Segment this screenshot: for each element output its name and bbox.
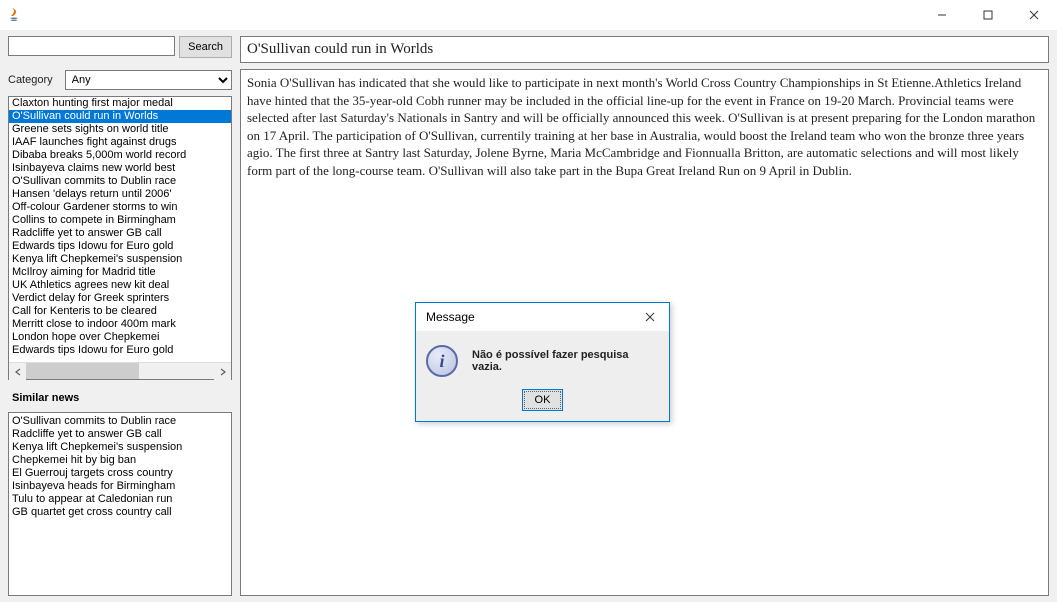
list-item[interactable]: Isinbayeva claims new world best — [9, 162, 231, 175]
minimize-button[interactable] — [919, 0, 965, 30]
list-item[interactable]: Off-colour Gardener storms to win — [9, 201, 231, 214]
info-icon: i — [426, 345, 458, 377]
list-item[interactable]: Collins to compete in Birmingham — [9, 214, 231, 227]
scroll-right-icon[interactable] — [214, 363, 231, 380]
list-item[interactable]: London hope over Chepkemei — [9, 331, 231, 344]
category-label: Category — [8, 74, 53, 86]
similar-news-label: Similar news — [8, 386, 232, 406]
list-item[interactable]: Verdict delay for Greek sprinters — [9, 292, 231, 305]
window-titlebar — [0, 0, 1057, 30]
list-item[interactable]: Merritt close to indoor 400m mark — [9, 318, 231, 331]
horizontal-scrollbar[interactable] — [9, 362, 231, 379]
list-item[interactable]: Tulu to appear at Caledonian run — [12, 493, 228, 506]
list-item[interactable]: O'Sullivan commits to Dublin race — [9, 175, 231, 188]
similar-news-listbox[interactable]: O'Sullivan commits to Dublin raceRadclif… — [8, 412, 232, 596]
ok-button[interactable]: OK — [522, 389, 564, 411]
list-item[interactable]: IAAF launches fight against drugs — [9, 136, 231, 149]
close-button[interactable] — [1011, 0, 1057, 30]
message-dialog: Message i Não é possível fazer pesquisa … — [415, 302, 670, 422]
list-item[interactable]: El Guerrouj targets cross country — [12, 467, 228, 480]
list-item[interactable]: Isinbayeva heads for Birmingham — [12, 480, 228, 493]
maximize-button[interactable] — [965, 0, 1011, 30]
list-item[interactable]: O'Sullivan could run in Worlds — [9, 110, 231, 123]
dialog-title: Message — [426, 310, 475, 324]
window-controls — [919, 0, 1057, 30]
left-panel: Search Category Any Claxton hunting firs… — [8, 36, 232, 596]
list-item[interactable]: Chepkemei hit by big ban — [12, 454, 228, 467]
list-item[interactable]: Greene sets sights on world title — [9, 123, 231, 136]
list-item[interactable]: Kenya lift Chepkemei's suspension — [9, 253, 231, 266]
list-item[interactable]: McIlroy aiming for Madrid title — [9, 266, 231, 279]
list-item[interactable]: Dibaba breaks 5,000m world record — [9, 149, 231, 162]
scroll-thumb[interactable] — [26, 363, 139, 379]
list-item[interactable]: Hansen 'delays return until 2006' — [9, 188, 231, 201]
list-item[interactable]: O'Sullivan commits to Dublin race — [12, 415, 228, 428]
list-item[interactable]: Call for Kenteris to be cleared — [9, 305, 231, 318]
dialog-close-button[interactable] — [637, 307, 663, 327]
search-input[interactable] — [8, 36, 175, 56]
list-item[interactable]: Claxton hunting first major medal — [9, 97, 231, 110]
list-item[interactable]: Kenya lift Chepkemei's suspension — [12, 441, 228, 454]
news-listbox[interactable]: Claxton hunting first major medalO'Sulli… — [8, 96, 232, 380]
list-item[interactable]: Edwards tips Idowu for Euro gold — [9, 240, 231, 253]
scroll-left-icon[interactable] — [9, 363, 26, 380]
list-item[interactable]: Radcliffe yet to answer GB call — [9, 227, 231, 240]
search-button[interactable]: Search — [179, 36, 232, 58]
dialog-message: Não é possível fazer pesquisa vazia. — [472, 349, 659, 373]
list-item[interactable]: GB quartet get cross country call — [12, 506, 228, 519]
list-item[interactable]: UK Athletics agrees new kit deal — [9, 279, 231, 292]
category-select[interactable]: Any — [65, 70, 232, 90]
list-item[interactable]: Radcliffe yet to answer GB call — [12, 428, 228, 441]
article-title: O'Sullivan could run in Worlds — [240, 36, 1049, 63]
java-icon — [6, 7, 22, 23]
list-item[interactable]: Edwards tips Idowu for Euro gold — [9, 344, 231, 357]
